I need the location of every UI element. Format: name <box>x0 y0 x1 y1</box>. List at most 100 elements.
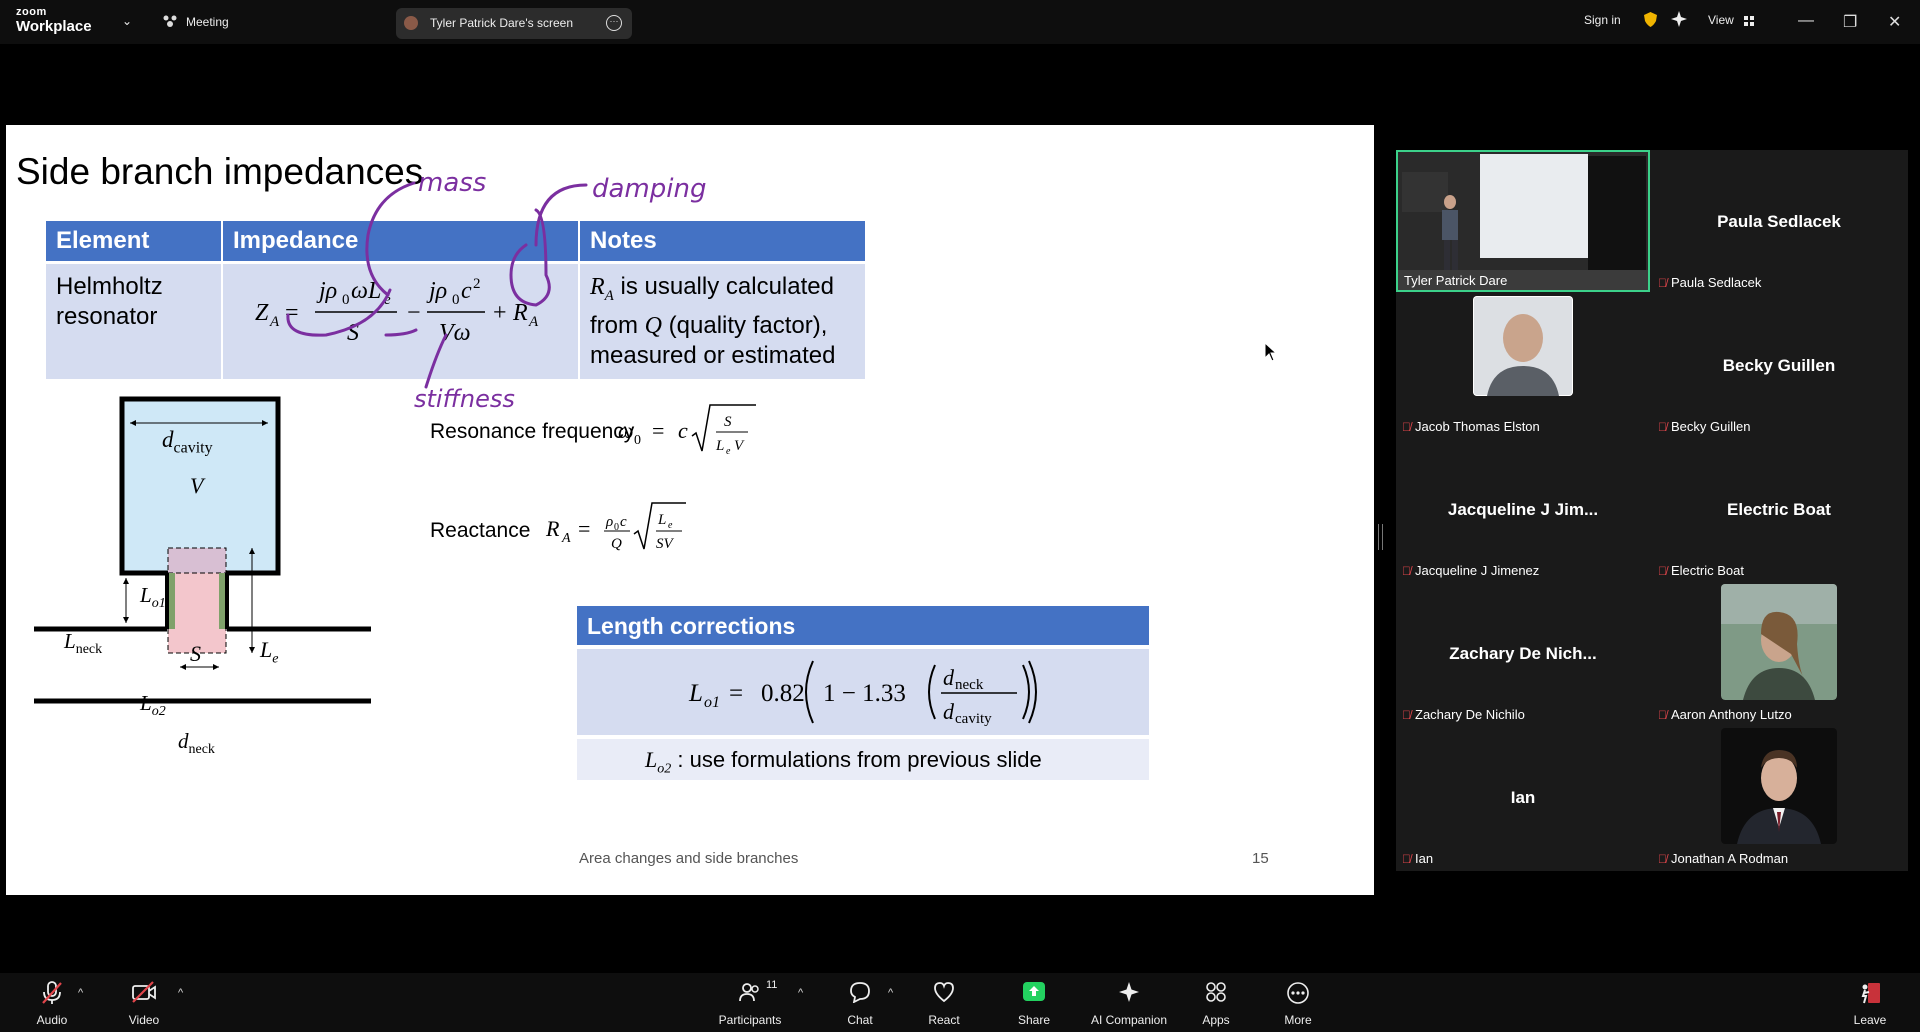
participant-name: Ian <box>1510 788 1536 807</box>
l-o1-formula: Lo1 = 0.82 1 − 1.33 d neck d cavity <box>688 660 1037 727</box>
svg-text:1 − 1.33: 1 − 1.33 <box>823 680 906 707</box>
l-o1-label: Lo1 <box>140 583 166 612</box>
sign-in-link[interactable]: Sign in <box>1584 13 1621 27</box>
apps-icon <box>1176 981 1256 1009</box>
video-options-chevron-icon[interactable]: ^ <box>178 987 183 999</box>
svg-text:L: L <box>657 512 666 528</box>
slide-footer-text: Area changes and side branches <box>579 850 799 867</box>
svg-text:SV: SV <box>656 536 675 552</box>
mic-muted-icon: 🎙̸ <box>1402 708 1411 722</box>
meeting-controls: Audio ^ Video ^ 11 Participants ^ Chat ^… <box>0 973 1920 1032</box>
svg-text:neck: neck <box>955 677 984 693</box>
svg-text:0.82: 0.82 <box>761 680 805 707</box>
zoom-logo-text: zoom <box>16 6 47 18</box>
react-label: React <box>928 1013 960 1027</box>
svg-text:L: L <box>715 438 724 454</box>
panel-resize-handle[interactable] <box>1378 524 1383 550</box>
video-off-icon <box>104 981 184 1009</box>
length-corrections-note-row: Lo2 : use formulations from previous sli… <box>577 739 1149 780</box>
sparkle-icon[interactable] <box>1671 11 1687 27</box>
mouse-cursor-icon <box>1264 342 1278 362</box>
title-bar: zoom Workplace ⌄ Meeting Tyler Patrick D… <box>0 0 1920 44</box>
video-tile-jacob[interactable]: 🎙̸ Jacob Thomas Elston <box>1396 294 1650 436</box>
ai-companion-button[interactable]: AI Companion <box>1084 973 1174 1032</box>
grid-view-icon[interactable] <box>1744 14 1754 26</box>
apps-button[interactable]: Apps <box>1176 973 1256 1032</box>
apps-label: Apps <box>1202 1013 1230 1027</box>
more-options-icon[interactable]: ··· <box>606 15 622 31</box>
d-cavity-label: dcavity <box>162 427 213 457</box>
view-button[interactable]: View <box>1708 13 1734 27</box>
svg-text:A: A <box>561 531 571 546</box>
share-button[interactable]: Share <box>994 973 1074 1032</box>
participant-label: 🎙̸ Aaron Anthony Lutzo <box>1658 707 1792 722</box>
video-button[interactable]: Video <box>104 973 184 1032</box>
mic-muted-icon: 🎙̸ <box>1402 564 1411 578</box>
participant-label: 🎙̸ Paula Sedlacek <box>1658 275 1762 290</box>
restore-icon[interactable]: ❐ <box>1843 12 1857 32</box>
shield-icon[interactable] <box>1644 12 1657 27</box>
workplace-logo-text: Workplace <box>16 18 92 35</box>
video-tile-jonathan[interactable]: 🎙̸ Jonathan A Rodman <box>1652 726 1906 868</box>
minimize-icon[interactable]: — <box>1798 12 1814 30</box>
length-corrections-header: Length corrections <box>577 606 1149 645</box>
participants-button[interactable]: 11 Participants <box>710 973 790 1032</box>
participant-name: Becky Guillen <box>1722 356 1836 375</box>
close-icon[interactable]: ✕ <box>1888 12 1901 32</box>
svg-text:d: d <box>943 665 955 690</box>
participants-icon <box>710 981 790 1009</box>
participant-photo <box>1721 728 1837 844</box>
participant-label: 🎙̸ Becky Guillen <box>1658 419 1751 434</box>
more-label: More <box>1284 1013 1312 1027</box>
mic-muted-icon: 🎙̸ <box>1402 420 1411 434</box>
audio-button[interactable]: Audio <box>12 973 92 1032</box>
video-tile-electric-boat[interactable]: Electric Boat 🎙̸ Electric Boat <box>1652 438 1906 580</box>
mic-muted-icon: 🎙̸ <box>1658 708 1667 722</box>
meeting-label[interactable]: Meeting <box>186 15 229 29</box>
chat-button[interactable]: Chat <box>820 973 900 1032</box>
video-tile-becky[interactable]: Becky Guillen 🎙̸ Becky Guillen <box>1652 294 1906 436</box>
video-tile-aaron[interactable]: 🎙̸ Aaron Anthony Lutzo <box>1652 582 1906 724</box>
chevron-down-icon[interactable]: ⌄ <box>122 14 132 28</box>
participant-photo <box>1721 584 1837 700</box>
video-label: Video <box>128 1013 160 1027</box>
react-button[interactable]: React <box>904 973 984 1032</box>
chat-options-chevron-icon[interactable]: ^ <box>888 987 893 999</box>
l-o2-note: Lo2 : use formulations from previous sli… <box>645 747 1042 777</box>
video-tile-paula[interactable]: Paula Sedlacek 🎙̸ Paula Sedlacek <box>1652 150 1906 292</box>
mic-muted-icon: 🎙̸ <box>1658 276 1667 290</box>
video-tile-tyler[interactable]: Tyler Patrick Dare <box>1396 150 1650 292</box>
reactance-label: Reactance <box>430 519 531 542</box>
s-label: S <box>190 641 201 666</box>
svg-text:o1: o1 <box>704 694 720 711</box>
participant-label: 🎙̸ Jacqueline J Jimenez <box>1402 563 1540 578</box>
participants-count: 11 <box>766 979 778 991</box>
svg-text:ρ: ρ <box>605 514 613 530</box>
video-tile-zachary[interactable]: Zachary De Nich... 🎙̸ Zachary De Nichilo <box>1396 582 1650 724</box>
leave-label: Leave <box>1853 1013 1887 1027</box>
svg-text:V: V <box>734 438 745 454</box>
participants-options-chevron-icon[interactable]: ^ <box>798 987 803 999</box>
meeting-icon <box>162 14 178 28</box>
leave-button[interactable]: Leave <box>1830 973 1910 1032</box>
svg-text:e: e <box>668 520 673 531</box>
participant-label: 🎙̸ Electric Boat <box>1658 563 1744 578</box>
video-tile-jacqueline[interactable]: Jacqueline J Jim... 🎙̸ Jacqueline J Jimen… <box>1396 438 1650 580</box>
participant-label: 🎙̸ Ian <box>1402 851 1434 866</box>
svg-text:cavity: cavity <box>955 711 992 727</box>
video-tile-ian[interactable]: Ian 🎙̸ Ian <box>1396 726 1650 868</box>
d-neck-label: dneck <box>178 729 215 758</box>
participant-name: Jacqueline J Jim... <box>1447 500 1599 519</box>
svg-text:Q: Q <box>611 536 622 552</box>
leave-icon <box>1830 981 1910 1011</box>
heart-icon <box>904 981 984 1009</box>
more-button[interactable]: More <box>1258 973 1338 1032</box>
l-e-label: Le <box>260 637 279 667</box>
sharer-avatar <box>404 16 418 30</box>
audio-options-chevron-icon[interactable]: ^ <box>78 987 83 999</box>
screen-share-pill[interactable]: Tyler Patrick Dare's screen ··· <box>396 8 632 39</box>
reactance-formula: RA = ρ0c Q Le SV <box>545 502 686 552</box>
svg-text:R: R <box>545 516 560 541</box>
ink-annotations: mass damping stiffness <box>286 168 706 413</box>
l-neck-label: Lneck <box>64 629 103 658</box>
